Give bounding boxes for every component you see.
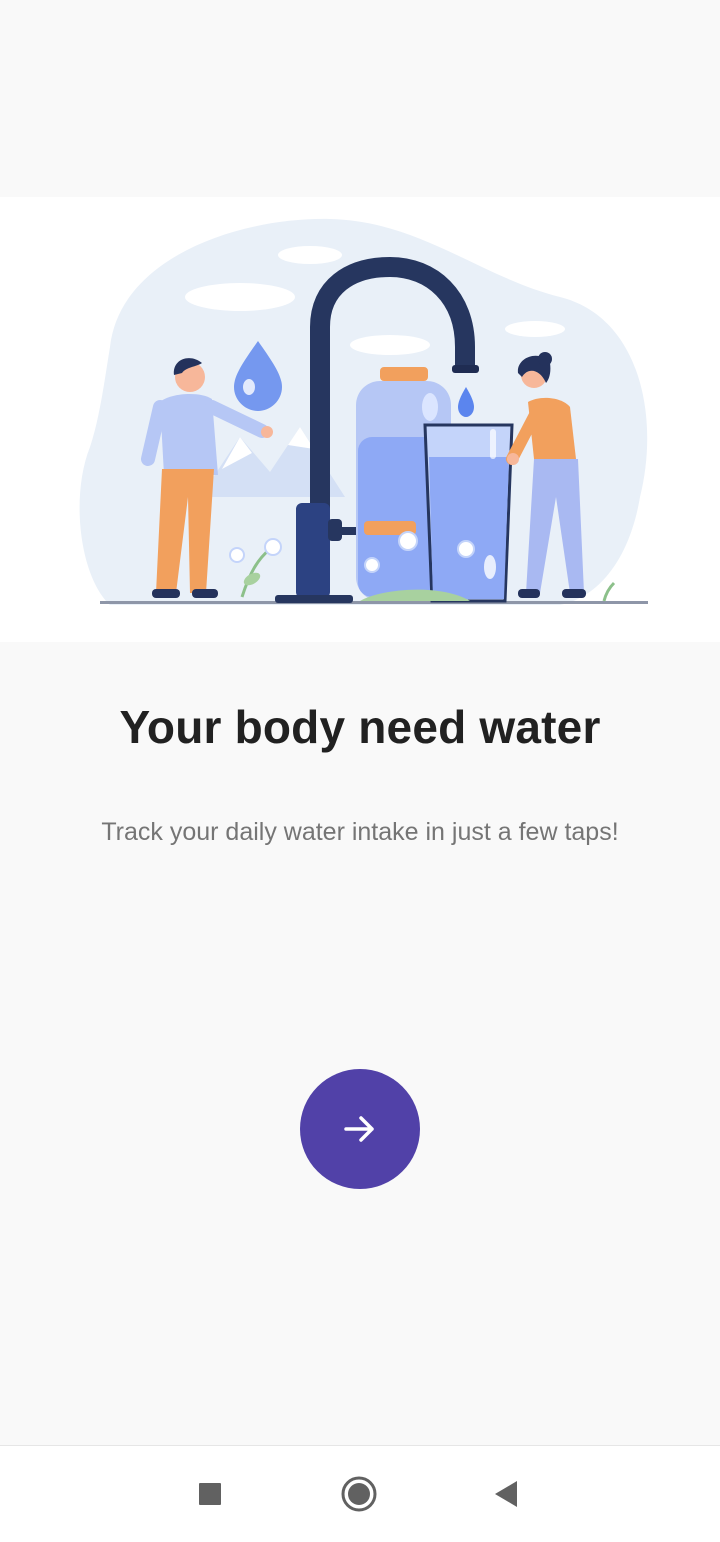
system-navigation-bar (0, 1445, 720, 1542)
circle-icon (341, 1476, 377, 1512)
arrow-right-icon (344, 1116, 374, 1142)
illustration-panel (0, 197, 720, 642)
back-button[interactable] (482, 1470, 530, 1518)
square-icon (199, 1483, 221, 1505)
water-tap-illustration (79, 218, 648, 605)
recents-button[interactable] (186, 1470, 234, 1518)
home-button[interactable] (335, 1470, 383, 1518)
triangle-back-icon (495, 1481, 517, 1507)
page-subtitle: Track your daily water intake in just a … (101, 818, 619, 846)
next-button[interactable] (300, 1069, 420, 1189)
page-title: Your body need water (119, 701, 601, 753)
